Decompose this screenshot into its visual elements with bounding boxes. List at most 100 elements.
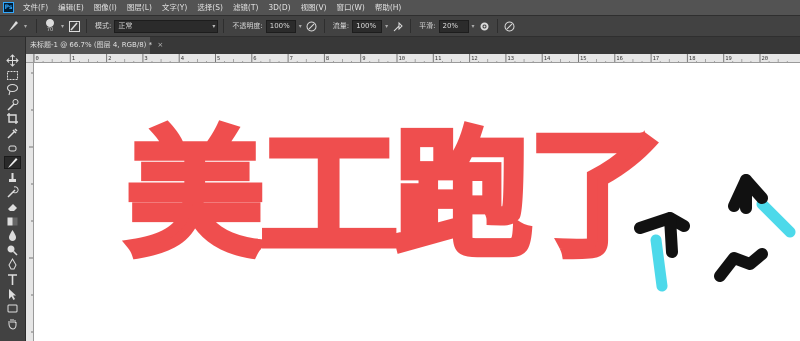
doodle-sticker — [634, 174, 796, 292]
pen-tool-icon[interactable] — [4, 258, 21, 271]
rectangle-tool-icon[interactable] — [4, 302, 21, 315]
document-tab[interactable]: 未标题-1 @ 66.7% (图层 4, RGB/8) * × — [26, 37, 163, 54]
divider — [496, 19, 498, 33]
ruler-tick-label: 10 — [399, 56, 406, 62]
opacity-label: 不透明度: — [232, 22, 263, 30]
menu-window[interactable]: 窗口(W) — [332, 2, 370, 13]
canvas-headline-text: 美工跑了 — [123, 115, 669, 276]
divider — [323, 19, 325, 33]
document-tab-title: 未标题-1 @ 66.7% (图层 4, RGB/8) * — [30, 41, 153, 49]
close-icon[interactable]: × — [157, 41, 163, 49]
ruler-tick-label: 14 — [544, 56, 551, 62]
smoothing-value: 20% — [442, 21, 459, 30]
menu-3d[interactable]: 3D(D) — [263, 3, 295, 12]
menu-image[interactable]: 图像(I) — [89, 2, 122, 13]
gear-icon[interactable] — [478, 19, 492, 33]
history-brush-tool-icon[interactable] — [4, 185, 21, 198]
ruler-vertical[interactable] — [26, 63, 34, 341]
mode-label: 模式: — [95, 22, 112, 30]
ruler-tick-label: 9 — [362, 56, 365, 62]
photoshop-logo-icon: Ps — [3, 2, 14, 13]
pressure-size-icon[interactable] — [503, 19, 517, 33]
ruler-tick-label: 1 — [72, 56, 75, 62]
blur-tool-icon[interactable] — [4, 229, 21, 242]
crop-tool-icon[interactable] — [4, 112, 21, 125]
gradient-tool-icon[interactable] — [4, 215, 21, 228]
flow-value: 100% — [356, 21, 377, 30]
ruler-tick-label: 15 — [580, 56, 587, 62]
menu-bar: Ps 文件(F) 编辑(E) 图像(I) 图层(L) 文字(Y) 选择(S) 滤… — [0, 0, 800, 15]
hand-tool-icon[interactable] — [4, 317, 21, 330]
divider — [86, 19, 88, 33]
marquee-tool-icon[interactable] — [4, 69, 21, 82]
brush-tool-icon[interactable] — [4, 156, 21, 170]
lasso-tool-icon[interactable] — [4, 83, 21, 96]
brush-tip-icon — [46, 19, 55, 27]
ruler-tick-label: 7 — [290, 56, 293, 62]
type-tool-icon[interactable] — [4, 273, 21, 286]
divider — [36, 19, 38, 33]
smoothing-input[interactable]: 20% — [438, 19, 469, 33]
document-canvas[interactable]: 美工跑了 — [34, 63, 800, 341]
menu-help[interactable]: 帮助(H) — [370, 2, 407, 13]
document-tab-bar: 未标题-1 @ 66.7% (图层 4, RGB/8) * × — [26, 37, 800, 54]
ruler-tick-label: 12 — [471, 56, 478, 62]
ruler-tick-label: 4 — [181, 56, 185, 62]
dodge-tool-icon[interactable] — [4, 244, 21, 257]
chevron-down-icon[interactable]: ▾ — [299, 23, 302, 30]
ruler-tick-label: 6 — [253, 56, 256, 62]
menu-select[interactable]: 选择(S) — [192, 2, 228, 13]
menu-type[interactable]: 文字(Y) — [157, 2, 192, 13]
healing-tool-icon[interactable] — [4, 142, 21, 155]
options-bar: ▾ 70 ▾ 模式: 正常 ▾ 不透明度: 100% ▾ 流量: 100% ▾ … — [0, 15, 800, 37]
ruler-horizontal-ticks: 0 1 2 3 4 5 6 7 8 9 10 11 12 13 14 15 16 17 18 19 20 — [34, 54, 788, 62]
mode-select[interactable]: 正常 ▾ — [114, 19, 219, 33]
flow-label: 流量: — [332, 22, 350, 30]
ruler-tick-label: 0 — [36, 56, 39, 62]
menu-filter[interactable]: 滤镜(T) — [228, 2, 263, 13]
menu-view[interactable]: 视图(V) — [296, 2, 332, 13]
airbrush-icon[interactable] — [391, 19, 405, 33]
clone-stamp-tool-icon[interactable] — [4, 171, 21, 184]
brush-size-picker[interactable]: 70 — [42, 19, 58, 33]
menu-layer[interactable]: 图层(L) — [122, 2, 157, 13]
divider — [223, 19, 225, 33]
chevron-down-icon[interactable]: ▾ — [385, 23, 388, 30]
pressure-opacity-icon[interactable] — [305, 19, 319, 33]
brush-settings-panel-icon[interactable] — [67, 19, 81, 33]
ruler-tick-label: 2 — [108, 56, 111, 62]
ruler-tick-label: 19 — [725, 56, 732, 62]
quick-select-tool-icon[interactable] — [4, 98, 21, 111]
menu-edit[interactable]: 编辑(E) — [53, 2, 89, 13]
eyedropper-tool-icon[interactable] — [4, 127, 21, 140]
mode-value: 正常 — [118, 21, 133, 30]
opacity-input[interactable]: 100% — [265, 19, 296, 33]
ruler-tick-label: 11 — [435, 56, 442, 62]
chevron-down-icon[interactable]: ▾ — [472, 23, 475, 30]
ruler-origin[interactable] — [26, 54, 34, 63]
ruler-tick-label: 20 — [762, 56, 769, 62]
ruler-tick-label: 17 — [653, 56, 660, 62]
chevron-down-icon: ▾ — [212, 22, 216, 30]
divider — [410, 19, 412, 33]
eraser-tool-icon[interactable] — [4, 200, 21, 213]
ruler-tick-label: 18 — [689, 56, 696, 62]
ruler-horizontal[interactable]: 0 1 2 3 4 5 6 7 8 9 10 11 12 13 14 15 16 17 18 19 20 — [34, 54, 800, 63]
brush-size-value: 70 — [46, 27, 54, 33]
ruler-vertical-ticks — [29, 72, 33, 333]
tools-panel — [0, 37, 26, 341]
chevron-down-icon[interactable]: ▾ — [61, 23, 64, 30]
ruler-tick-label: 8 — [326, 56, 329, 62]
ruler-tick-label: 3 — [144, 56, 147, 62]
opacity-value: 100% — [269, 21, 290, 30]
brush-tool-preset-icon[interactable] — [6, 19, 20, 33]
ruler-tick-label: 5 — [217, 56, 220, 62]
chevron-down-icon[interactable]: ▾ — [24, 23, 27, 30]
ruler-tick-label: 13 — [507, 56, 514, 62]
menu-file[interactable]: 文件(F) — [18, 2, 53, 13]
flow-input[interactable]: 100% — [352, 19, 383, 33]
ruler-tick-label: 16 — [616, 56, 623, 62]
path-select-tool-icon[interactable] — [4, 288, 21, 301]
smoothing-label: 平滑: — [419, 22, 436, 30]
move-tool-icon[interactable] — [4, 54, 21, 67]
